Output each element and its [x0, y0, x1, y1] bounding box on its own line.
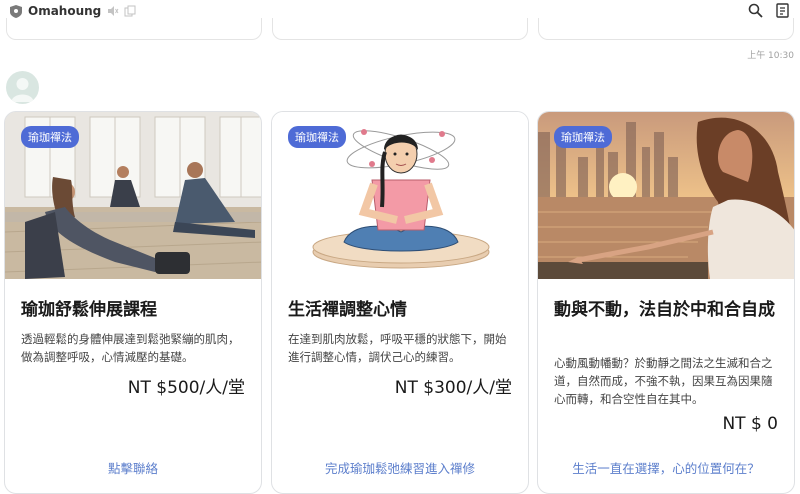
course-card[interactable]: 瑜珈禪法 生活禪調整心情 在達到肌肉放鬆，呼吸平穩的狀態下，開始進行調整心情，調…: [271, 111, 529, 494]
course-price: NT $500/人/堂: [127, 378, 245, 398]
category-tag: 瑜珈禪法: [21, 126, 79, 148]
copy-icon: [124, 5, 136, 17]
message-timestamp: 上午 10:30: [747, 51, 794, 61]
course-price: NT $ 0: [722, 414, 778, 434]
notes-icon[interactable]: [775, 3, 790, 18]
course-price: NT $300/人/堂: [394, 378, 512, 398]
course-title: 瑜珈舒鬆伸展課程: [21, 300, 157, 320]
contact-link[interactable]: 點擊聯絡: [5, 458, 261, 477]
category-tag: 瑜珈禪法: [554, 126, 612, 148]
reflection-link[interactable]: 生活一直在選擇，心的位置何在？: [538, 458, 794, 477]
search-icon[interactable]: [748, 3, 763, 18]
course-title: 生活禪調整心情: [288, 300, 407, 320]
avatar[interactable]: [6, 71, 39, 104]
previous-card: [6, 18, 262, 40]
course-card[interactable]: 瑜珈禪法 瑜珈舒鬆伸展課程 透過輕鬆的身體伸展達到鬆弛緊繃的肌肉，做為調整呼吸，…: [4, 111, 262, 494]
mute-icon: [108, 6, 119, 16]
chat-title[interactable]: Omahoung: [28, 4, 101, 18]
meditation-link[interactable]: 完成瑜珈鬆弛練習進入禪修: [272, 458, 528, 477]
previous-card: [538, 18, 794, 40]
course-card[interactable]: 瑜珈禪法 動與不動，法自於中和合自成 心動風動幡動？於動靜之間法之生滅和合之道，…: [537, 111, 795, 494]
course-description: 在達到肌肉放鬆，呼吸平穩的狀態下，開始進行調整心情，調伏己心的練習。: [288, 332, 507, 364]
previous-card: [272, 18, 528, 40]
shield-icon: [10, 4, 22, 18]
course-title: 動與不動，法自於中和合自成: [554, 300, 775, 320]
category-tag: 瑜珈禪法: [288, 126, 346, 148]
course-description: 透過輕鬆的身體伸展達到鬆弛緊繃的肌肉，做為調整呼吸，心情減壓的基礎。: [21, 332, 240, 364]
course-description: 心動風動幡動？於動靜之間法之生滅和合之道，自然而成，不強不執，因果互為因果隨心而…: [554, 356, 773, 406]
